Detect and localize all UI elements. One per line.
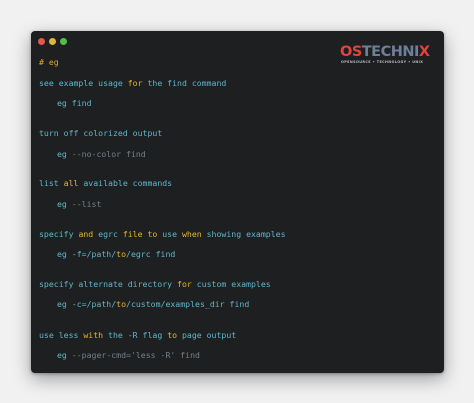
logo-tagline: OPENSOURCE • TECHNOLOGY • UNIX [341,60,424,64]
text-token: eg -f=/path/ [57,249,117,259]
command-example: eg --no-color find [57,149,146,159]
keyword-token: with [83,330,104,340]
text-token: list [39,178,64,188]
text-token: egrc [93,229,123,239]
text-token: custom examples [191,279,271,289]
text-token: page output [177,330,237,340]
text-token: the find command [142,78,227,88]
minimize-button[interactable] [49,38,56,45]
text-token: eg [57,199,72,209]
keyword-token: file [122,229,143,239]
option-token: --list [71,199,102,209]
keyword-token: for [127,78,143,88]
text-token: the -R flag [103,330,168,340]
logo-techni-text: TECHNI [361,44,420,60]
option-token: --no-color find [71,149,146,159]
text-token: /custom/examples_dir find [126,299,250,309]
command-description: list all available commands [39,178,172,188]
command-description: specify and egrc file to use when showin… [39,229,286,239]
command-example: eg --list [57,199,101,209]
close-button[interactable] [38,38,45,45]
keyword-token: to [116,299,127,309]
maximize-button[interactable] [60,38,67,45]
keyword-token: to [147,229,158,239]
terminal-heading: # eg [39,57,59,67]
text-token: specify [39,229,79,239]
text-token: eg find [57,98,92,108]
text-token: turn off colorized output [39,128,163,138]
keyword-token: for [177,279,192,289]
command-description: use less with the -R flag to page output [39,330,236,340]
text-token: available commands [78,178,173,188]
command-example: eg find [57,98,92,108]
text-token: see example usage [39,78,128,88]
ostechnix-logo: OSTECHNIX OPENSOURCE • TECHNOLOGY • UNIX [340,45,430,67]
window-controls [38,38,67,45]
keyword-token: all [63,178,79,188]
command-description: see example usage for the find command [39,78,226,88]
text-token: use [157,229,182,239]
text-token: showing examples [201,229,286,239]
keyword-token: to [167,330,178,340]
option-token: --pager-cmd='less -R' find [71,350,200,360]
text-token: eg [57,350,72,360]
logo-wordmark: OSTECHNIX [340,44,430,60]
command-example: eg -c=/path/to/custom/examples_dir find [57,299,249,309]
keyword-token: to [116,249,127,259]
command-description: turn off colorized output [39,128,162,138]
text-token: /egrc find [126,249,176,259]
text-token: use less [39,330,84,340]
keyword-token: and [78,229,94,239]
text-token: specify alternate directory [39,279,178,289]
logo-x-text: X [418,44,430,60]
text-token: eg [57,149,72,159]
logo-os-text: OS [340,44,362,60]
command-example: eg -f=/path/to/egrc find [57,249,175,259]
command-description: specify alternate directory for custom e… [39,279,271,289]
command-example: eg --pager-cmd='less -R' find [57,350,200,360]
keyword-token: when [181,229,202,239]
text-token: eg -c=/path/ [57,299,117,309]
